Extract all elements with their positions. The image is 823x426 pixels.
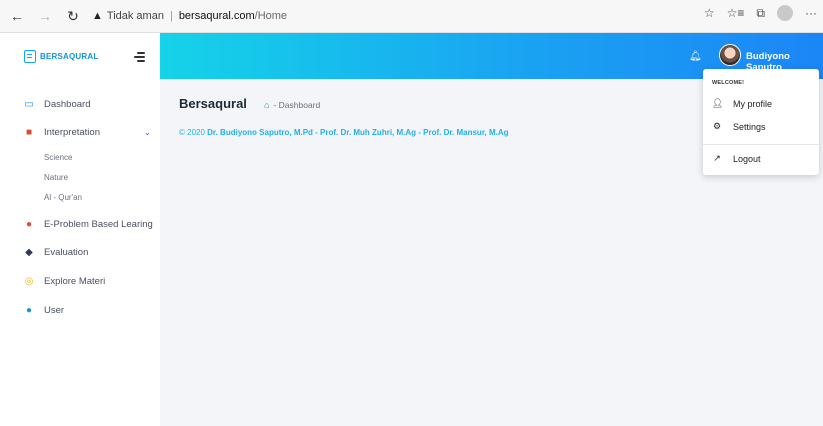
menu-item-label: My profile bbox=[733, 98, 773, 109]
problem-icon: ● bbox=[25, 218, 33, 230]
hamburger-menu-icon[interactable] bbox=[134, 52, 145, 64]
favorite-star-icon[interactable]: ☆ bbox=[704, 6, 715, 20]
sidebar-item-label: Dashboard bbox=[44, 98, 91, 110]
sidebar-subitem-nature[interactable]: Nature bbox=[44, 173, 68, 182]
sidebar-item-user[interactable]: ● User bbox=[0, 299, 160, 321]
user-circle-icon: ● bbox=[25, 304, 33, 316]
sidebar-item-evaluation[interactable]: ◆ Evaluation bbox=[0, 241, 160, 263]
chevron-down-icon: ⌄ bbox=[144, 127, 151, 137]
graduation-cap-icon: ◆ bbox=[25, 246, 33, 258]
avatar[interactable] bbox=[719, 44, 741, 66]
sidebar-subitem-alquran[interactable]: Al - Qur'an bbox=[44, 193, 82, 202]
menu-item-settings[interactable]: ⚙ Settings bbox=[712, 121, 766, 132]
dropdown-header: WELCOME! bbox=[712, 80, 745, 86]
browser-toolbar: ← → ↻ ▲ Tidak aman | bersaqural.com/Home… bbox=[0, 0, 823, 33]
book-icon: ■ bbox=[25, 126, 33, 138]
user-dropdown-menu: WELCOME! 👤︎ My profile ⚙ Settings ↗ Logo… bbox=[703, 69, 819, 175]
security-status: Tidak aman bbox=[106, 10, 164, 22]
breadcrumb-current: - Dashboard bbox=[273, 100, 321, 110]
brand-name: BERSAQURAL bbox=[40, 51, 99, 61]
sidebar-item-label: E-Problem Based Learing bbox=[44, 218, 153, 230]
warning-triangle-icon: ▲ bbox=[92, 10, 103, 22]
dropdown-divider bbox=[703, 144, 819, 145]
url-host: bersaqural.com bbox=[178, 10, 255, 22]
breadcrumb: ⌂ - Dashboard bbox=[264, 100, 320, 110]
dashboard-icon: ▭ bbox=[24, 98, 34, 110]
menu-item-logout[interactable]: ↗ Logout bbox=[712, 153, 761, 164]
sidebar-item-explore-materi[interactable]: ◎ Explore Materi bbox=[0, 270, 160, 292]
bell-icon[interactable]: 🔔︎ bbox=[689, 51, 702, 62]
compass-icon: ◎ bbox=[24, 275, 34, 287]
sidebar-subitem-science[interactable]: Science bbox=[44, 153, 72, 162]
menu-item-label: Logout bbox=[733, 153, 761, 164]
browser-profile-icon[interactable] bbox=[777, 5, 793, 21]
sidebar-item-label: User bbox=[44, 304, 65, 316]
browser-menu-icon[interactable]: ··· bbox=[805, 6, 817, 20]
logout-icon: ↗ bbox=[713, 153, 721, 163]
user-icon: 👤︎ bbox=[712, 98, 724, 108]
page-title: Bersaqural bbox=[179, 96, 247, 111]
url-path: /Home bbox=[254, 10, 288, 22]
sidebar-item-dashboard[interactable]: ▭ Dashboard bbox=[0, 93, 160, 115]
gear-icon: ⚙ bbox=[712, 121, 722, 131]
forward-arrow-icon[interactable]: → bbox=[34, 5, 56, 27]
brand-logo-icon bbox=[24, 49, 36, 63]
menu-item-my-profile[interactable]: 👤︎ My profile bbox=[712, 98, 772, 109]
address-bar[interactable]: ▲ Tidak aman | bersaqural.com/Home bbox=[92, 5, 287, 27]
collections-icon[interactable]: ⧉ bbox=[756, 6, 765, 21]
back-arrow-icon[interactable]: ← bbox=[6, 5, 28, 27]
address-separator: | bbox=[169, 10, 173, 22]
sidebar-item-label: Explore Materi bbox=[44, 275, 106, 287]
copyright: © 2020 Dr. Budiyono Saputro, M.Pd - Prof… bbox=[179, 128, 509, 137]
home-icon[interactable]: ⌂ bbox=[264, 100, 269, 110]
sidebar-item-e-problem[interactable]: ● E-Problem Based Learing bbox=[0, 213, 160, 235]
refresh-icon[interactable]: ↻ bbox=[62, 5, 84, 27]
copyright-authors: Dr. Budiyono Saputro, M.Pd - Prof. Dr. M… bbox=[207, 128, 509, 137]
menu-item-label: Settings bbox=[733, 121, 766, 132]
sidebar-item-label: Interpretation bbox=[44, 126, 100, 138]
copyright-year: © 2020 bbox=[179, 128, 205, 137]
favorites-list-icon[interactable]: ☆≡ bbox=[727, 6, 745, 20]
sidebar-item-interpretation[interactable]: ■ Interpretation ⌄ bbox=[0, 121, 160, 143]
sidebar-item-label: Evaluation bbox=[44, 246, 89, 258]
